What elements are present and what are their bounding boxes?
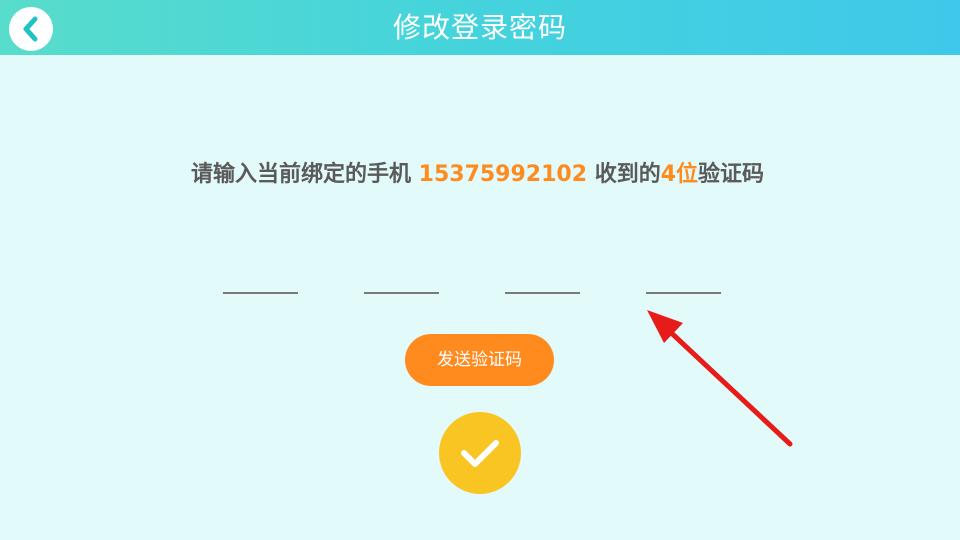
code-digit-input-2[interactable] (364, 292, 439, 294)
change-password-screen: 修改登录密码 请输入当前绑定的手机 15375992102 收到的4位验证码 发… (0, 0, 960, 540)
bound-phone-number: 15375992102 (418, 162, 588, 187)
prompt-text-middle: 收到的 (587, 162, 661, 187)
prompt-text-before: 请输入当前绑定的手机 (190, 162, 419, 187)
chevron-left-icon (23, 16, 38, 42)
prompt-text-after: 验证码 (698, 162, 765, 187)
back-button[interactable] (9, 7, 53, 51)
code-digit-input-3[interactable] (505, 292, 580, 294)
page-title: 修改登录密码 (392, 11, 567, 44)
code-digit-input-4[interactable] (646, 292, 721, 294)
digit-count: 4位 (660, 162, 699, 187)
confirm-button[interactable] (439, 412, 521, 494)
checkmark-icon (461, 440, 499, 467)
code-digit-input-1[interactable] (223, 292, 298, 294)
send-code-button[interactable]: 发送验证码 (405, 334, 554, 386)
verification-prompt: 请输入当前绑定的手机 15375992102 收到的4位验证码 (0, 156, 955, 188)
header-bar: 修改登录密码 (0, 0, 960, 55)
